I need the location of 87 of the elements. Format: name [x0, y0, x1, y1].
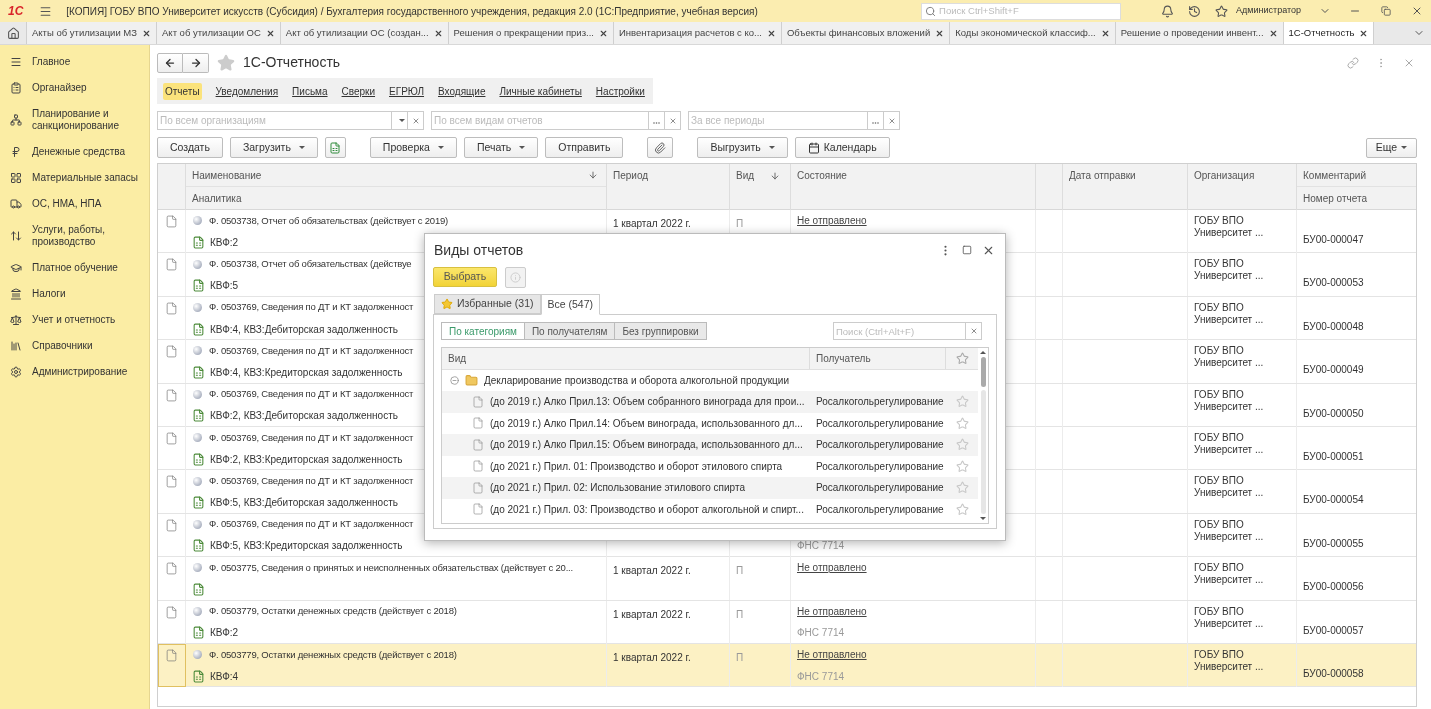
period-text: 1 квартал 2022 г. [613, 608, 691, 620]
organization-text: ГОБУ ВПО Университет ... [1194, 345, 1264, 369]
analytics-text: КВФ:2 [210, 235, 239, 250]
report-name: Ф. 0503769, Сведения по ДТ и КТ задолженност [209, 517, 414, 532]
section-label: Налоги [32, 288, 66, 300]
recipient-text: Росалкогольрегулирование [816, 481, 944, 496]
tab-label: Инвентаризация расчетов с ко... [618, 25, 762, 40]
report-number: БУ00-000058 [1303, 666, 1364, 681]
analytics-text: КВФ:2 [210, 626, 239, 641]
period-text: 1 квартал 2022 г. [613, 651, 691, 663]
window-title: [КОПИЯ] ГОБУ ВПО Университет искусств (Субсидия) / Бухгалтерия государственного учреждения, редакция 2.0 (1С:Предприятие, учебная версия) [66, 4, 758, 19]
recipient-text: Росалкогольрегулирование [816, 395, 944, 410]
analytics-text: КВФ:5 [210, 279, 239, 294]
report-name: Ф. 0503775, Сведения о принятых и неисполненных обязательствах (действует с 20... [209, 560, 573, 575]
type-text: П [736, 218, 744, 229]
report-number: БУ00-000057 [1303, 623, 1364, 638]
tab-label: 1С-Отчетность [1288, 25, 1355, 40]
organization-text: ГОБУ ВПО Университет ... [1194, 475, 1264, 499]
tab-label: Акт об утилизации ОС (создан... [285, 25, 429, 40]
report-name: Ф. 0503769, Сведения по ДТ и КТ задолженност [209, 430, 414, 445]
report-type-name: (до 2021 г.) Прил. 02: Использование этилового спирта [490, 481, 745, 496]
column-header: Получатель [810, 348, 946, 369]
section-label: Главное [32, 56, 71, 68]
section-label: ОС, НМА, НПА [32, 198, 102, 210]
report-number: БУ00-000050 [1303, 406, 1364, 421]
analytics-text: КВФ:5, КВЗ:Кредиторская задолженность [210, 539, 403, 554]
report-name: Ф. 0503738, Отчет об обязательствах (действует с 2019) [209, 213, 448, 228]
tab-label: Объекты финансовых вложений [786, 25, 931, 40]
form-title: 1С-Отчетность [243, 53, 341, 72]
search-placeholder: Поиск Ctrl+Shift+F [939, 3, 1019, 18]
tab-label: Акты об утилизации МЗ [32, 25, 138, 40]
report-name: Ф. 0503779, Остатки денежных средств (действует с 2018) [209, 647, 457, 662]
report-number: БУ00-000054 [1303, 493, 1364, 508]
report-type-name: (до 2019 г.) Алко Прил.15: Объем винограда, использованного дл... [490, 438, 803, 453]
report-name: Ф. 0503769, Сведения по ДТ и КТ задолженност [209, 387, 414, 402]
tab-label: Решения о прекращении приз... [453, 25, 594, 40]
analytics-text: КВФ:4, КВЗ:Дебиторская задолженность [210, 322, 398, 337]
report-name: Ф. 0503769, Сведения по ДТ и КТ задолженност [209, 473, 414, 488]
report-name: Ф. 0503769, Сведения по ДТ и КТ задолженност [209, 343, 414, 358]
report-number: БУ00-000055 [1303, 536, 1364, 551]
section-label: Денежные средства [32, 146, 126, 158]
organization-text: ГОБУ ВПО Университет ... [1194, 518, 1264, 542]
report-number: БУ00-000049 [1303, 363, 1364, 378]
section-label: Справочники [32, 340, 93, 352]
period-text: 1 квартал 2022 г. [613, 218, 691, 229]
organization-text: ГОБУ ВПО Университет ... [1194, 301, 1264, 325]
report-number: БУ00-000051 [1303, 449, 1364, 464]
type-text: П [736, 608, 744, 620]
type-text: П [736, 565, 744, 577]
tab-label: Решение о проведении инвент... [1120, 25, 1264, 40]
recipient-text: ФНС 7714 [797, 626, 845, 641]
period-text: 1 квартал 2022 г. [613, 565, 691, 577]
report-name: Ф. 0503769, Сведения по ДТ и КТ задолженност [209, 300, 414, 315]
section-label: Планирование и санкционирование [32, 108, 120, 132]
analytics-text: КВФ:2, КВЗ:Дебиторская задолженность [210, 409, 398, 424]
report-number: БУ00-000048 [1303, 319, 1364, 334]
section-label: Администрирование [32, 366, 128, 378]
section-label: Услуги, работы, производство [32, 224, 107, 248]
tab-label: Коды экономической классиф... [955, 25, 1096, 40]
section-label: Платное обучение [32, 262, 118, 274]
section-label: Материальные запасы [32, 172, 138, 184]
recipient-text: Росалкогольрегулирование [816, 438, 944, 453]
organization-text: ГОБУ ВПО Университет ... [1194, 215, 1264, 238]
organization-text: ГОБУ ВПО Университет ... [1194, 648, 1264, 672]
organization-text: ГОБУ ВПО Университет ... [1194, 388, 1264, 412]
organization-text: ГОБУ ВПО Университет ... [1194, 258, 1264, 282]
analytics-text: КВФ:5, КВЗ:Дебиторская задолженность [210, 496, 398, 511]
report-number: БУ00-000053 [1303, 276, 1364, 291]
organization-text: ГОБУ ВПО Университет ... [1194, 605, 1264, 629]
app-logo: 1С [8, 3, 24, 20]
column-header: Вид [442, 348, 810, 369]
recipient-text: ФНС 7714 [797, 539, 845, 554]
report-name: Ф. 0503779, Остатки денежных средств (действует с 2018) [209, 604, 457, 619]
organization-text: ГОБУ ВПО Университет ... [1194, 562, 1264, 586]
type-text: П [736, 651, 744, 663]
analytics-text: КВФ:4, КВЗ:Кредиторская задолженность [210, 365, 403, 380]
section-label: Учет и отчетность [32, 314, 116, 326]
report-type-name: (до 2019 г.) Алко Прил.13: Объем собранного винограда для прои... [490, 395, 805, 410]
report-number: БУ00-000047 [1303, 233, 1364, 247]
analytics-text: КВФ:2, КВЗ:Кредиторская задолженность [210, 452, 403, 467]
recipient-text: ФНС 7714 [797, 669, 845, 684]
tab-label: Акт об утилизации ОС [162, 25, 261, 40]
analytics-text: КВФ:4 [210, 669, 239, 684]
organization-text: ГОБУ ВПО Университет ... [1194, 431, 1264, 455]
report-name: Ф. 0503738, Отчет об обязательствах (действуе [209, 257, 412, 271]
report-number: БУ00-000056 [1303, 580, 1364, 595]
section-label: Органайзер [32, 82, 87, 94]
